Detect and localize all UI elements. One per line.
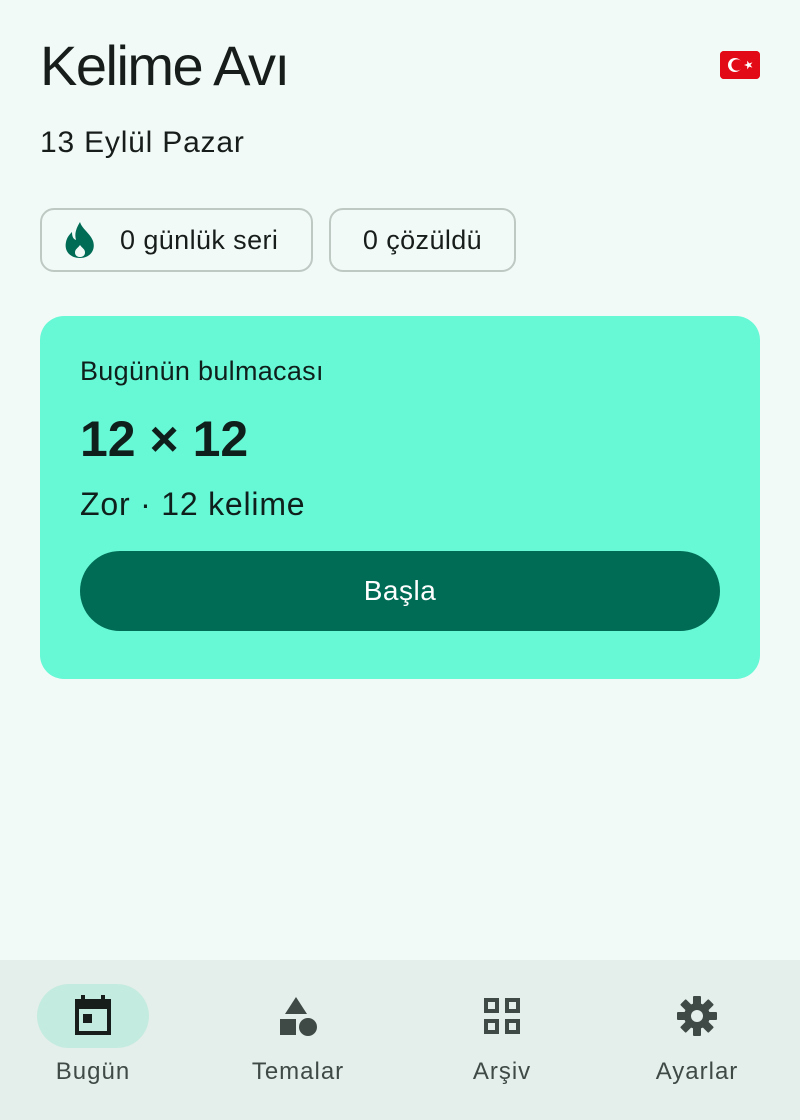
nav-label-archive: Arşiv	[472, 1058, 532, 1085]
header: Kelime Avı	[40, 30, 760, 100]
solved-label: 0 çözüldü	[362, 224, 483, 255]
start-button[interactable]: Başla	[80, 551, 720, 631]
puzzle-size: 12 × 12	[80, 411, 249, 467]
streak-chip[interactable]: 0 günlük seri	[40, 208, 313, 272]
nav-label-themes: Temalar	[251, 1058, 345, 1085]
calendar-icon	[37, 984, 149, 1048]
nav-item-themes[interactable]: Temalar	[186, 960, 410, 1120]
flag-graphic	[720, 51, 760, 79]
nav-item-archive[interactable]: Arşiv	[410, 960, 594, 1120]
stats-chips: 0 günlük seri 0 çözüldü	[40, 208, 516, 272]
puzzle-label: Bugünün bulmacası	[80, 356, 324, 386]
current-date: 13 Eylül Pazar	[40, 126, 245, 159]
gear-icon	[641, 984, 753, 1048]
puzzle-info: Zor · 12 kelime	[80, 486, 306, 522]
app-root: Kelime Avı 13 Eylül Pazar 0 günlük seri …	[0, 0, 800, 1120]
nav-item-today[interactable]: Bugün	[0, 960, 186, 1120]
app-title: Kelime Avı	[40, 33, 290, 97]
bottom-navigation: Bugün Temalar Arşiv Ayarlar	[0, 960, 800, 1120]
flame-icon	[62, 220, 98, 260]
daily-puzzle-card: Bugünün bulmacası 12 × 12 Zor · 12 kelim…	[40, 316, 760, 679]
shapes-icon	[242, 984, 354, 1048]
solved-chip[interactable]: 0 çözüldü	[329, 208, 516, 272]
nav-item-settings[interactable]: Ayarlar	[594, 960, 800, 1120]
turkey-flag-icon[interactable]	[720, 51, 760, 79]
streak-label: 0 günlük seri	[120, 224, 279, 255]
grid-icon	[446, 984, 558, 1048]
nav-label-today: Bugün	[55, 1058, 131, 1085]
nav-label-settings: Ayarlar	[655, 1058, 739, 1085]
